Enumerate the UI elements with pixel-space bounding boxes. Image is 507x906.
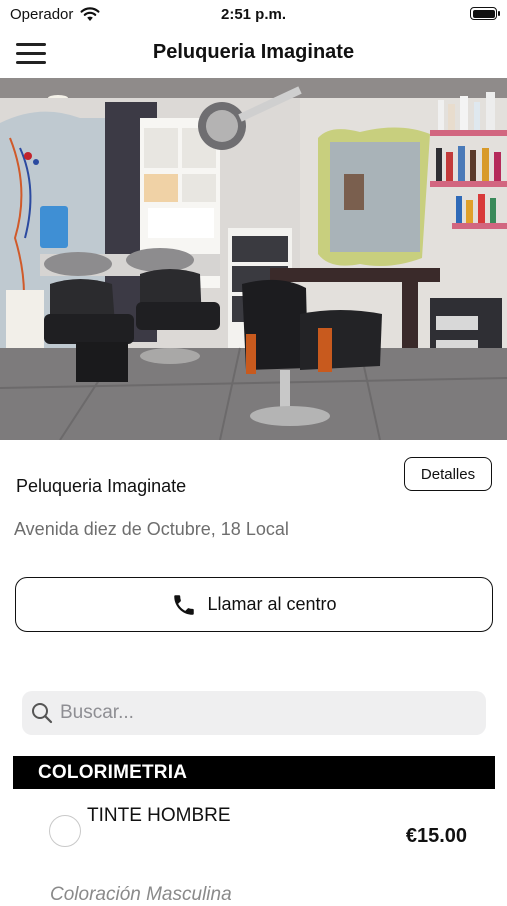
navigation-bar: Peluqueria Imaginate bbox=[0, 30, 507, 78]
search-input[interactable] bbox=[60, 702, 460, 724]
search-icon bbox=[32, 703, 53, 724]
salon-hero-image bbox=[0, 78, 507, 440]
salon-name: Peluqueria Imaginate bbox=[16, 476, 187, 496]
call-center-label: Llamar al centro bbox=[207, 594, 337, 614]
page-title: Peluqueria Imaginate bbox=[152, 41, 355, 63]
service-price: €15.00 bbox=[405, 825, 467, 847]
details-button[interactable]: Detalles bbox=[404, 457, 492, 491]
service-name: TINTE HOMBRE bbox=[87, 805, 231, 826]
service-description: Coloración Masculina bbox=[50, 884, 232, 905]
search-bar[interactable] bbox=[22, 691, 486, 735]
battery-icon bbox=[470, 7, 500, 20]
status-time: 2:51 p.m. bbox=[220, 6, 287, 23]
category-header-colorimetria: COLORIMETRIA bbox=[13, 756, 495, 789]
phone-icon bbox=[174, 594, 195, 615]
status-bar: Operador 2:51 p.m. bbox=[0, 0, 507, 30]
service-row[interactable]: TINTE HOMBRE €15.00 Coloración Masculina bbox=[0, 790, 507, 905]
service-select-radio[interactable] bbox=[49, 815, 81, 847]
salon-address: Avenida diez de Octubre, 18 Local bbox=[14, 519, 289, 539]
call-center-button[interactable]: Llamar al centro bbox=[15, 577, 493, 632]
